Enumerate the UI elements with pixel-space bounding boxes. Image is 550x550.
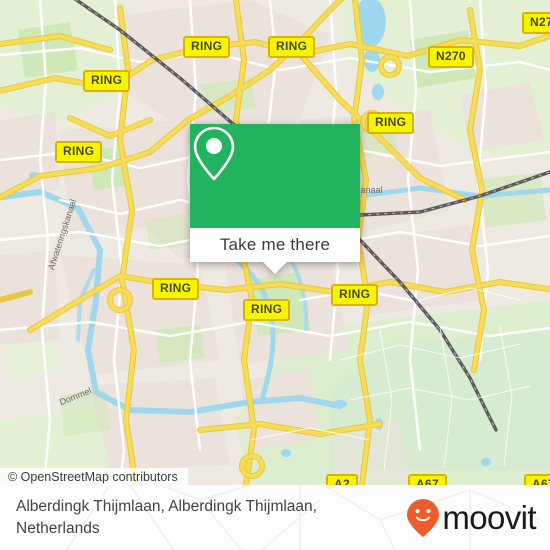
address-line-1: Alberdingk Thijmlaan, Alberdingk Thijmla… <box>16 497 317 515</box>
route-shield-a67[interactable]: A67 <box>408 474 447 485</box>
route-shield-ring[interactable]: RING <box>367 112 415 134</box>
route-shield-ring[interactable]: RING <box>243 299 291 321</box>
moovit-map-screenshot: Afwateringskanaal Dommel kanaal RING RIN… <box>0 0 550 550</box>
route-shield-ring[interactable]: RING <box>331 284 379 306</box>
route-shield-ring[interactable]: RING <box>268 36 316 58</box>
route-shield-ring[interactable]: RING <box>83 70 131 92</box>
location-callout-card[interactable]: Take me there <box>190 124 360 274</box>
location-pin-icon <box>193 126 235 181</box>
map-attribution[interactable]: © OpenStreetMap contributors <box>0 468 188 485</box>
route-shield-ring[interactable]: RING <box>152 278 200 300</box>
route-shield-ring[interactable]: RING <box>183 36 231 58</box>
card-action-area[interactable]: Take me there <box>190 228 360 274</box>
take-me-there-label: Take me there <box>219 235 331 254</box>
map-canvas[interactable]: Afwateringskanaal Dommel kanaal RING RIN… <box>0 0 550 485</box>
moovit-wordmark: moovit <box>442 499 536 536</box>
footer-address: Alberdingk Thijmlaan, Alberdingk Thijmla… <box>16 496 406 540</box>
callout-tail <box>263 262 287 274</box>
address-line-2: Netherlands <box>16 519 100 537</box>
moovit-smiley-pin-icon <box>407 498 440 537</box>
route-shield-a2[interactable]: A2 <box>326 474 358 485</box>
card-icon-area <box>190 124 360 228</box>
route-shield-n270[interactable]: N270 <box>522 12 550 34</box>
moovit-logo[interactable]: moovit <box>406 498 537 538</box>
route-shield-n270[interactable]: N270 <box>428 46 474 68</box>
route-shield-a67[interactable]: A67 <box>524 474 550 485</box>
footer-bar: Alberdingk Thijmlaan, Alberdingk Thijmla… <box>0 485 550 550</box>
route-shield-ring[interactable]: RING <box>55 141 103 163</box>
